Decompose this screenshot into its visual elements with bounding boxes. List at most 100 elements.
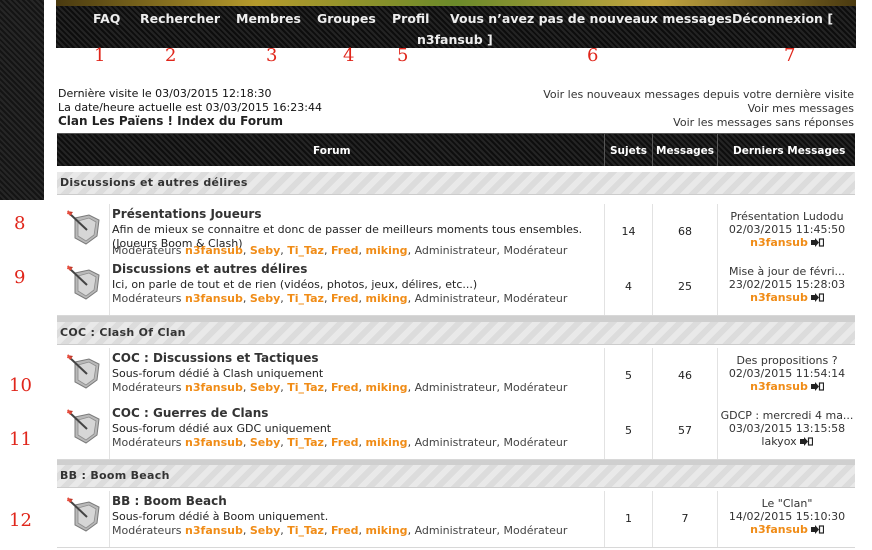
shield-arrow-icon bbox=[67, 210, 100, 245]
nav-logout[interactable]: Déconnexion [ bbox=[732, 11, 833, 26]
forum-row: Présentations Joueurs Afin de mieux se co… bbox=[57, 204, 855, 261]
moderator-link[interactable]: miking bbox=[366, 244, 408, 257]
link-my-posts[interactable]: Voir mes messages bbox=[748, 102, 854, 115]
go-to-last-post-icon[interactable] bbox=[810, 382, 824, 391]
topics-count: 1 bbox=[625, 512, 632, 525]
header-divider bbox=[717, 134, 718, 166]
moderator-link[interactable]: miking bbox=[366, 436, 408, 449]
go-to-last-post-icon[interactable] bbox=[810, 238, 824, 247]
last-post-date: 14/02/2015 15:10:30 bbox=[728, 510, 846, 523]
go-to-last-post-icon[interactable] bbox=[810, 293, 824, 302]
moderator-link[interactable]: miking bbox=[366, 381, 408, 394]
last-post-user-link[interactable]: n3fansub bbox=[750, 291, 808, 304]
annotation-number: 4 bbox=[343, 45, 355, 66]
moderator-link[interactable]: n3fansub bbox=[185, 436, 243, 449]
last-post-user-link[interactable]: lakyox bbox=[761, 435, 796, 448]
moderator-link[interactable]: Fred bbox=[331, 292, 359, 305]
last-post-user-link[interactable]: n3fansub bbox=[750, 236, 808, 249]
category-title[interactable]: BB : Boom Beach bbox=[60, 469, 170, 482]
nav-members[interactable]: Membres bbox=[236, 11, 301, 26]
nav-logout-username[interactable]: n3fansub ] bbox=[417, 32, 493, 47]
moderator-link[interactable]: Seby bbox=[250, 524, 280, 537]
last-post-title[interactable]: GDCP : mercredi 4 ma... bbox=[719, 409, 855, 422]
forum-title-link[interactable]: Discussions et autres délires bbox=[112, 262, 307, 276]
link-new-posts[interactable]: Voir les nouveaux messages depuis votre … bbox=[543, 88, 854, 101]
nav-search[interactable]: Rechercher bbox=[140, 11, 220, 26]
cell-divider bbox=[717, 348, 718, 404]
moderator-link[interactable]: n3fansub bbox=[185, 381, 243, 394]
moderators-label: Modérateurs bbox=[112, 292, 182, 305]
header-divider bbox=[652, 134, 653, 166]
moderator-link[interactable]: n3fansub bbox=[185, 292, 243, 305]
nav-faq[interactable]: FAQ bbox=[93, 11, 120, 26]
last-post-title[interactable]: Le "Clan" bbox=[719, 497, 855, 510]
nav-profile[interactable]: Profil bbox=[392, 11, 429, 26]
moderator-groups: Administrateur, Modérateur bbox=[414, 381, 568, 394]
forum-description: Ici, on parle de tout et de rien (vidéos… bbox=[112, 278, 478, 291]
forum-title-link[interactable]: Présentations Joueurs bbox=[112, 207, 261, 221]
page-margin-right bbox=[858, 0, 872, 550]
forum-description: Sous-forum dédié à Boom uniquement. bbox=[112, 510, 329, 523]
go-to-last-post-icon[interactable] bbox=[799, 437, 813, 446]
last-post-title[interactable]: Des propositions ? bbox=[719, 354, 855, 367]
moderator-link[interactable]: Ti_Taz bbox=[287, 436, 324, 449]
moderator-link[interactable]: Fred bbox=[331, 244, 359, 257]
moderator-link[interactable]: Seby bbox=[250, 292, 280, 305]
shield-arrow-icon bbox=[67, 409, 100, 444]
forum-description: Sous-forum dédié aux GDC uniquement bbox=[112, 422, 332, 435]
last-post-user-link[interactable]: n3fansub bbox=[750, 380, 808, 393]
moderator-link[interactable]: Fred bbox=[331, 381, 359, 394]
annotation-number: 11 bbox=[9, 429, 32, 450]
annotation-number: 5 bbox=[397, 45, 409, 66]
moderator-link[interactable]: Seby bbox=[250, 381, 280, 394]
forum-table-header: Forum Sujets Messages Derniers Messages bbox=[57, 133, 855, 166]
header-forum: Forum bbox=[313, 145, 351, 157]
nav-groups[interactable]: Groupes bbox=[317, 11, 376, 26]
category-title[interactable]: COC : Clash Of Clan bbox=[60, 326, 186, 339]
messages-count: 25 bbox=[678, 280, 692, 293]
category-title[interactable]: Discussions et autres délires bbox=[60, 176, 248, 189]
header-topics: Sujets bbox=[610, 145, 648, 157]
breadcrumb[interactable]: Clan Les Païens ! Index du Forum bbox=[58, 114, 283, 128]
last-post-title[interactable]: Mise à jour de févri... bbox=[719, 265, 855, 278]
nav-private-messages[interactable]: Vous n’avez pas de nouveaux messages bbox=[450, 11, 732, 26]
last-post-author: n3fansub bbox=[719, 380, 855, 393]
moderator-link[interactable]: Seby bbox=[250, 436, 280, 449]
moderator-link[interactable]: miking bbox=[366, 292, 408, 305]
moderator-link[interactable]: n3fansub bbox=[185, 524, 243, 537]
last-post-title[interactable]: Présentation Ludodu bbox=[719, 210, 855, 223]
go-to-last-post-icon[interactable] bbox=[810, 525, 824, 534]
last-post-author: lakyox bbox=[719, 435, 855, 448]
moderator-link[interactable]: Fred bbox=[331, 436, 359, 449]
moderator-link[interactable]: n3fansub bbox=[185, 244, 243, 257]
forum-title-link[interactable]: BB : Boom Beach bbox=[112, 494, 227, 508]
moderator-link[interactable]: Ti_Taz bbox=[287, 524, 324, 537]
moderators-label: Modérateurs bbox=[112, 244, 182, 257]
forum-moderators: Modérateurs n3fansub, Seby, Ti_Taz, Fred… bbox=[112, 524, 568, 537]
forum-icon-cell bbox=[57, 259, 110, 315]
topics-count: 5 bbox=[625, 424, 632, 437]
last-post-date: 23/02/2015 15:28:03 bbox=[728, 278, 846, 291]
moderator-groups: Administrateur, Modérateur bbox=[414, 292, 568, 305]
forum-title-link[interactable]: COC : Discussions et Tactiques bbox=[112, 351, 319, 365]
messages-count: 57 bbox=[678, 424, 692, 437]
moderator-link[interactable]: Ti_Taz bbox=[287, 292, 324, 305]
messages-count: 46 bbox=[678, 369, 692, 382]
last-post-author: n3fansub bbox=[719, 291, 855, 304]
link-unanswered-posts[interactable]: Voir les messages sans réponses bbox=[673, 116, 854, 129]
last-post-user-link[interactable]: n3fansub bbox=[750, 523, 808, 536]
moderator-link[interactable]: Seby bbox=[250, 244, 280, 257]
nav-bar: FAQ Rechercher Membres Groupes Profil Vo… bbox=[56, 6, 856, 48]
shield-arrow-icon bbox=[67, 354, 100, 389]
moderator-link[interactable]: Ti_Taz bbox=[287, 244, 324, 257]
topics-count: 5 bbox=[625, 369, 632, 382]
moderator-link[interactable]: Ti_Taz bbox=[287, 381, 324, 394]
forum-title-link[interactable]: COC : Guerres de Clans bbox=[112, 406, 268, 420]
messages-count: 7 bbox=[681, 512, 689, 525]
moderator-groups: Administrateur, Modérateur bbox=[414, 436, 568, 449]
annotation-number: 8 bbox=[14, 213, 26, 234]
moderator-link[interactable]: miking bbox=[366, 524, 408, 537]
annotation-number: 12 bbox=[9, 510, 32, 531]
cell-divider bbox=[717, 204, 718, 260]
moderator-link[interactable]: Fred bbox=[331, 524, 359, 537]
